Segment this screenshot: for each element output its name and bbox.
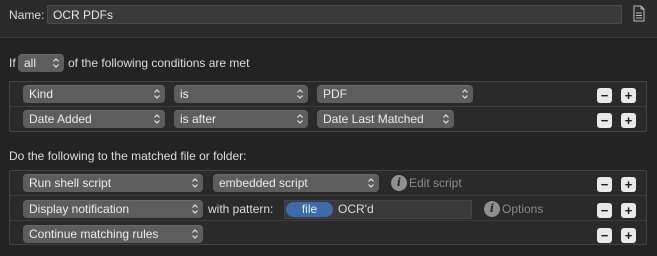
remove-condition-button[interactable]: − bbox=[597, 113, 612, 128]
action-type-popup[interactable]: Run shell script bbox=[23, 174, 203, 192]
name-field[interactable]: OCR PDFs bbox=[47, 5, 622, 24]
add-action-button[interactable]: + bbox=[621, 228, 636, 243]
condition-attribute-popup[interactable]: Date Added bbox=[23, 110, 165, 128]
match-type-popup[interactable]: all bbox=[18, 54, 64, 72]
remove-condition-button[interactable]: − bbox=[597, 88, 612, 103]
chevron-updown-icon bbox=[462, 89, 468, 99]
pattern-token[interactable]: file bbox=[286, 202, 333, 217]
condition-operator-value: is bbox=[180, 87, 189, 101]
action-type-popup[interactable]: Continue matching rules bbox=[23, 225, 203, 243]
remove-action-button[interactable]: − bbox=[597, 228, 612, 243]
add-condition-button[interactable]: + bbox=[621, 88, 636, 103]
condition-operator-value: is after bbox=[180, 112, 217, 126]
document-icon[interactable] bbox=[633, 5, 645, 22]
condition-operator-popup[interactable]: is bbox=[174, 85, 308, 103]
action-type-popup[interactable]: Display notification bbox=[23, 200, 203, 218]
condition-value: PDF bbox=[323, 87, 347, 101]
options-button[interactable]: Options bbox=[502, 202, 543, 216]
condition-value: Date Last Matched bbox=[323, 112, 424, 126]
condition-value-popup[interactable]: PDF bbox=[317, 85, 473, 103]
condition-suffix: of the following conditions are met bbox=[68, 56, 250, 70]
chevron-updown-icon bbox=[154, 114, 160, 124]
chevron-updown-icon bbox=[368, 178, 374, 188]
info-icon[interactable]: i bbox=[391, 175, 407, 191]
condition-attribute-value: Kind bbox=[29, 87, 54, 101]
condition-prefix: If bbox=[9, 56, 16, 70]
divider bbox=[10, 195, 646, 196]
condition-value-popup[interactable]: Date Last Matched bbox=[317, 110, 454, 128]
add-action-button[interactable]: + bbox=[621, 203, 636, 218]
action-type-value: Continue matching rules bbox=[29, 227, 159, 241]
chevron-updown-icon bbox=[443, 114, 449, 124]
add-condition-button[interactable]: + bbox=[621, 113, 636, 128]
info-icon[interactable]: i bbox=[484, 201, 500, 217]
condition-operator-popup[interactable]: is after bbox=[174, 110, 308, 128]
chevron-updown-icon bbox=[53, 58, 59, 68]
script-source-popup[interactable]: embedded script bbox=[213, 174, 379, 192]
action-type-value: Display notification bbox=[29, 202, 130, 216]
chevron-updown-icon bbox=[192, 204, 198, 214]
condition-attribute-popup[interactable]: Kind bbox=[23, 85, 165, 103]
match-type-value: all bbox=[24, 56, 37, 70]
divider bbox=[10, 220, 646, 221]
remove-action-button[interactable]: − bbox=[597, 177, 612, 192]
edit-script-button[interactable]: Edit script bbox=[409, 176, 462, 190]
chevron-updown-icon bbox=[297, 114, 303, 124]
condition-attribute-value: Date Added bbox=[29, 112, 92, 126]
name-label: Name: bbox=[9, 8, 45, 22]
divider bbox=[10, 106, 646, 107]
pattern-label: with pattern: bbox=[208, 202, 274, 216]
actions-heading: Do the following to the matched file or … bbox=[9, 149, 247, 163]
action-type-value: Run shell script bbox=[29, 176, 112, 190]
pattern-text: OCR'd bbox=[338, 202, 374, 216]
add-action-button[interactable]: + bbox=[621, 177, 636, 192]
script-source-value: embedded script bbox=[219, 176, 308, 190]
chevron-updown-icon bbox=[154, 89, 160, 99]
remove-action-button[interactable]: − bbox=[597, 203, 612, 218]
chevron-updown-icon bbox=[192, 178, 198, 188]
chevron-updown-icon bbox=[192, 229, 198, 239]
chevron-updown-icon bbox=[297, 89, 303, 99]
